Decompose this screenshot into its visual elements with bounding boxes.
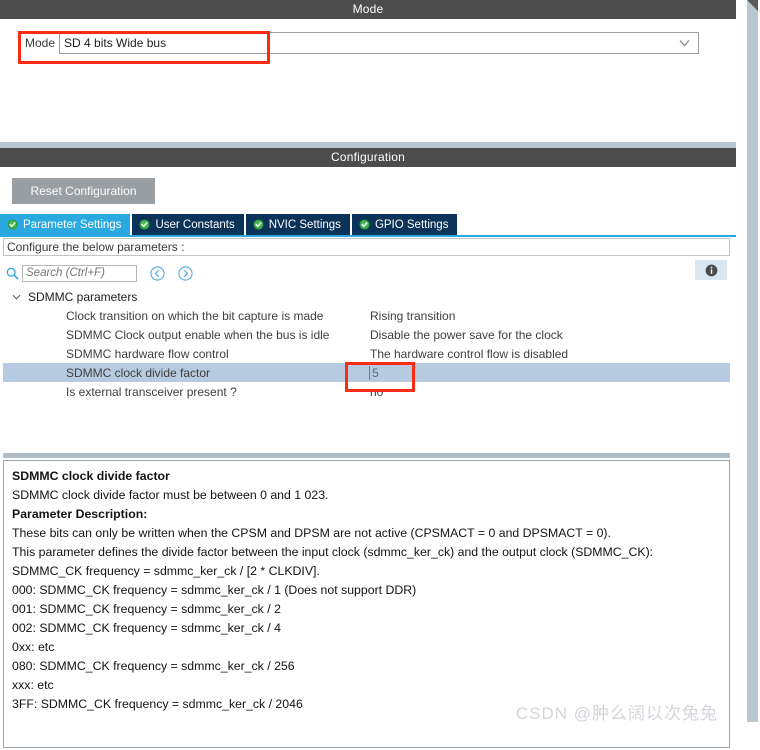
description-line: SDMMC_CK frequency = sdmmc_ker_ck / [2 *… <box>12 564 320 578</box>
info-icon <box>705 264 717 276</box>
search-toolbar <box>3 259 730 287</box>
description-line: 001: SDMMC_CK frequency = sdmmc_ker_ck /… <box>12 602 281 616</box>
clock-divide-factor-editor[interactable]: 5 <box>369 365 379 380</box>
scrollbar-thumb[interactable] <box>747 0 758 722</box>
configure-hint-bar: Configure the below parameters : <box>3 238 730 256</box>
tab-active-underline <box>0 235 736 237</box>
circle-left-arrow-icon[interactable] <box>150 265 165 281</box>
description-line: 0xx: etc <box>12 640 55 654</box>
check-circle-icon <box>359 219 370 230</box>
mode-section-header: Mode <box>0 0 736 19</box>
table-row[interactable]: SDMMC hardware flow control The hardware… <box>3 344 730 363</box>
configuration-section-header: Configuration <box>0 148 736 167</box>
parameter-value[interactable]: no <box>370 385 383 399</box>
mode-panel: Mode SD 4 bits Wide bus <box>0 19 736 143</box>
parameter-value[interactable]: Rising transition <box>370 309 455 323</box>
tree-group-label: SDMMC parameters <box>28 289 138 304</box>
check-circle-icon <box>139 219 150 230</box>
tab-user-constants[interactable]: User Constants <box>132 214 244 235</box>
parameter-name: Clock transition on which the bit captur… <box>66 308 324 323</box>
configuration-panel: Reset Configuration Parameter Settings U… <box>0 167 736 750</box>
parameter-name: Is external transceiver present ? <box>66 384 237 399</box>
description-line: xxx: etc <box>12 678 54 692</box>
description-line: These bits can only be written when the … <box>12 526 611 540</box>
table-row[interactable]: Is external transceiver present ? no <box>3 382 730 401</box>
tab-label: Parameter Settings <box>23 218 122 231</box>
description-line: Parameter Description: <box>12 507 148 521</box>
vertical-scrollbar[interactable] <box>746 0 760 750</box>
table-row[interactable]: SDMMC Clock output enable when the bus i… <box>3 325 730 344</box>
circle-right-arrow-icon[interactable] <box>178 265 193 281</box>
parameter-name: SDMMC Clock output enable when the bus i… <box>66 327 330 342</box>
description-line: 002: SDMMC_CK frequency = sdmmc_ker_ck /… <box>12 621 281 635</box>
tab-label: NVIC Settings <box>268 218 341 231</box>
search-icon[interactable] <box>6 267 19 280</box>
parameter-tree: SDMMC parameters Clock transition on whi… <box>3 287 730 450</box>
watermark: CSDN @肿么阔以次兔兔 <box>515 704 718 723</box>
mode-dropdown[interactable]: SD 4 bits Wide bus <box>59 32 700 54</box>
description-line: SDMMC clock divide factor <box>12 469 170 483</box>
table-row[interactable]: Clock transition on which the bit captur… <box>3 306 730 325</box>
parameter-name: SDMMC hardware flow control <box>66 346 229 361</box>
mode-field-row: Mode SD 4 bits Wide bus <box>25 32 700 54</box>
tab-nvic-settings[interactable]: NVIC Settings <box>245 214 350 235</box>
search-input[interactable] <box>22 264 137 282</box>
parameter-name: SDMMC clock divide factor <box>66 365 211 380</box>
check-circle-icon <box>7 219 18 230</box>
parameter-value[interactable]: Disable the power save for the clock <box>370 328 563 342</box>
configuration-tabs: Parameter Settings User Constants NVIC S… <box>0 214 736 235</box>
table-row-selected[interactable]: SDMMC clock divide factor 5 <box>3 363 730 382</box>
check-circle-icon <box>253 219 264 230</box>
mode-dropdown-value: SD 4 bits Wide bus <box>64 36 167 50</box>
parameter-value[interactable]: The hardware control flow is disabled <box>370 347 568 361</box>
tab-parameter-settings[interactable]: Parameter Settings <box>0 214 131 235</box>
tab-label: User Constants <box>155 218 235 231</box>
tree-group-sdmmc-parameters[interactable]: SDMMC parameters <box>3 287 730 306</box>
chevron-down-icon[interactable] <box>12 294 21 300</box>
description-line: SDMMC clock divide factor must be betwee… <box>12 488 329 502</box>
app-page: Mode Mode SD 4 bits Wide bus Configurati… <box>0 0 736 750</box>
mode-field-label: Mode <box>25 36 56 50</box>
tab-label: GPIO Settings <box>374 218 449 231</box>
description-line: This parameter defines the divide factor… <box>12 545 654 559</box>
tab-gpio-settings[interactable]: GPIO Settings <box>351 214 458 235</box>
chevron-down-icon <box>679 40 690 47</box>
panel-splitter[interactable] <box>3 453 730 458</box>
description-line: 000: SDMMC_CK frequency = sdmmc_ker_ck /… <box>12 583 417 597</box>
description-line: 080: SDMMC_CK frequency = sdmmc_ker_ck /… <box>12 659 295 673</box>
reset-configuration-button[interactable]: Reset Configuration <box>12 178 155 204</box>
info-button[interactable] <box>695 260 727 280</box>
